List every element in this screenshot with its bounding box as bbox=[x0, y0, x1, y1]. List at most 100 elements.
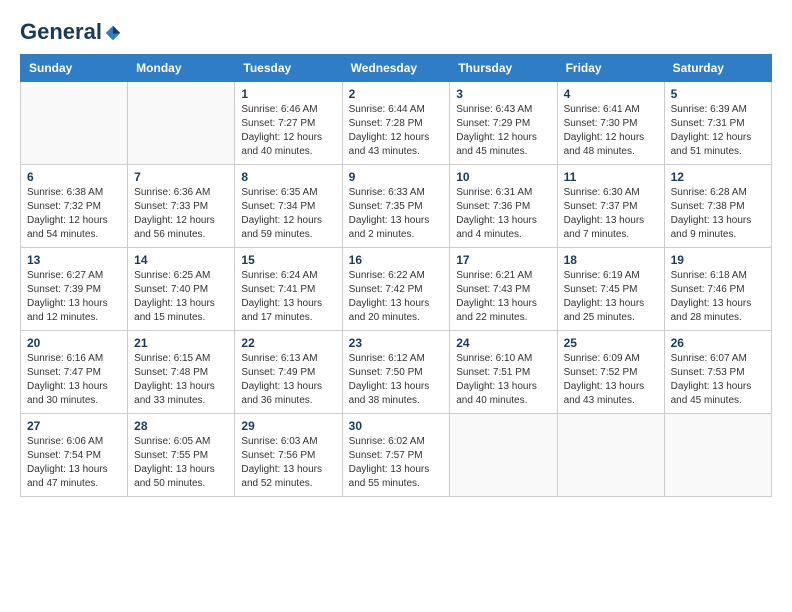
day-number: 25 bbox=[564, 336, 658, 350]
col-header-tuesday: Tuesday bbox=[235, 55, 342, 82]
calendar-cell: 19 Sunrise: 6:18 AM Sunset: 7:46 PM Dayli… bbox=[664, 248, 771, 331]
calendar-cell: 9 Sunrise: 6:33 AM Sunset: 7:35 PM Daylig… bbox=[342, 165, 450, 248]
day-info: Sunrise: 6:13 AM Sunset: 7:49 PM Dayligh… bbox=[241, 352, 335, 408]
day-info: Sunrise: 6:28 AM Sunset: 7:38 PM Dayligh… bbox=[671, 186, 765, 242]
calendar-cell: 4 Sunrise: 6:41 AM Sunset: 7:30 PM Daylig… bbox=[557, 82, 664, 165]
calendar-header-row: SundayMondayTuesdayWednesdayThursdayFrid… bbox=[21, 55, 772, 82]
day-number: 9 bbox=[349, 170, 444, 184]
col-header-monday: Monday bbox=[128, 55, 235, 82]
page-header: General bbox=[20, 20, 772, 44]
calendar-cell: 7 Sunrise: 6:36 AM Sunset: 7:33 PM Daylig… bbox=[128, 165, 235, 248]
day-number: 28 bbox=[134, 419, 228, 433]
day-info: Sunrise: 6:22 AM Sunset: 7:42 PM Dayligh… bbox=[349, 269, 444, 325]
calendar-cell: 29 Sunrise: 6:03 AM Sunset: 7:56 PM Dayli… bbox=[235, 414, 342, 497]
day-info: Sunrise: 6:07 AM Sunset: 7:53 PM Dayligh… bbox=[671, 352, 765, 408]
day-info: Sunrise: 6:03 AM Sunset: 7:56 PM Dayligh… bbox=[241, 435, 335, 491]
day-number: 19 bbox=[671, 253, 765, 267]
calendar-cell: 26 Sunrise: 6:07 AM Sunset: 7:53 PM Dayli… bbox=[664, 331, 771, 414]
day-number: 26 bbox=[671, 336, 765, 350]
day-info: Sunrise: 6:33 AM Sunset: 7:35 PM Dayligh… bbox=[349, 186, 444, 242]
col-header-sunday: Sunday bbox=[21, 55, 128, 82]
day-info: Sunrise: 6:15 AM Sunset: 7:48 PM Dayligh… bbox=[134, 352, 228, 408]
day-number: 7 bbox=[134, 170, 228, 184]
col-header-thursday: Thursday bbox=[450, 55, 557, 82]
calendar-cell: 25 Sunrise: 6:09 AM Sunset: 7:52 PM Dayli… bbox=[557, 331, 664, 414]
day-info: Sunrise: 6:44 AM Sunset: 7:28 PM Dayligh… bbox=[349, 103, 444, 159]
day-info: Sunrise: 6:25 AM Sunset: 7:40 PM Dayligh… bbox=[134, 269, 228, 325]
calendar-cell: 3 Sunrise: 6:43 AM Sunset: 7:29 PM Daylig… bbox=[450, 82, 557, 165]
day-number: 16 bbox=[349, 253, 444, 267]
day-number: 24 bbox=[456, 336, 550, 350]
calendar-cell bbox=[557, 414, 664, 497]
day-info: Sunrise: 6:24 AM Sunset: 7:41 PM Dayligh… bbox=[241, 269, 335, 325]
day-info: Sunrise: 6:18 AM Sunset: 7:46 PM Dayligh… bbox=[671, 269, 765, 325]
calendar-cell: 16 Sunrise: 6:22 AM Sunset: 7:42 PM Dayli… bbox=[342, 248, 450, 331]
day-info: Sunrise: 6:21 AM Sunset: 7:43 PM Dayligh… bbox=[456, 269, 550, 325]
calendar-cell: 10 Sunrise: 6:31 AM Sunset: 7:36 PM Dayli… bbox=[450, 165, 557, 248]
calendar-cell: 23Sunrise: 6:12 AM Sunset: 7:50 PM Dayli… bbox=[342, 331, 450, 414]
calendar-week-row: 13Sunrise: 6:27 AM Sunset: 7:39 PM Dayli… bbox=[21, 248, 772, 331]
day-info: Sunrise: 6:30 AM Sunset: 7:37 PM Dayligh… bbox=[564, 186, 658, 242]
day-info: Sunrise: 6:05 AM Sunset: 7:55 PM Dayligh… bbox=[134, 435, 228, 491]
day-number: 22 bbox=[241, 336, 335, 350]
logo-text: General bbox=[20, 20, 122, 44]
calendar-cell: 20Sunrise: 6:16 AM Sunset: 7:47 PM Dayli… bbox=[21, 331, 128, 414]
day-info: Sunrise: 6:09 AM Sunset: 7:52 PM Dayligh… bbox=[564, 352, 658, 408]
day-number: 10 bbox=[456, 170, 550, 184]
calendar-cell: 5 Sunrise: 6:39 AM Sunset: 7:31 PM Daylig… bbox=[664, 82, 771, 165]
calendar-cell: 11 Sunrise: 6:30 AM Sunset: 7:37 PM Dayli… bbox=[557, 165, 664, 248]
calendar-cell bbox=[21, 82, 128, 165]
day-number: 20 bbox=[27, 336, 121, 350]
day-info: Sunrise: 6:38 AM Sunset: 7:32 PM Dayligh… bbox=[27, 186, 121, 242]
day-info: Sunrise: 6:41 AM Sunset: 7:30 PM Dayligh… bbox=[564, 103, 658, 159]
day-info: Sunrise: 6:43 AM Sunset: 7:29 PM Dayligh… bbox=[456, 103, 550, 159]
day-number: 27 bbox=[27, 419, 121, 433]
calendar-cell: 22 Sunrise: 6:13 AM Sunset: 7:49 PM Dayli… bbox=[235, 331, 342, 414]
day-number: 12 bbox=[671, 170, 765, 184]
logo-icon bbox=[104, 24, 122, 42]
calendar-cell: 28 Sunrise: 6:05 AM Sunset: 7:55 PM Dayli… bbox=[128, 414, 235, 497]
calendar-week-row: 1 Sunrise: 6:46 AM Sunset: 7:27 PM Daylig… bbox=[21, 82, 772, 165]
calendar-cell: 27 Sunrise: 6:06 AM Sunset: 7:54 PM Dayli… bbox=[21, 414, 128, 497]
day-number: 4 bbox=[564, 87, 658, 101]
calendar-week-row: 6 Sunrise: 6:38 AM Sunset: 7:32 PM Daylig… bbox=[21, 165, 772, 248]
day-info: Sunrise: 6:12 AM Sunset: 7:50 PM Dayligh… bbox=[349, 352, 444, 408]
day-info: Sunrise: 6:19 AM Sunset: 7:45 PM Dayligh… bbox=[564, 269, 658, 325]
day-number: 5 bbox=[671, 87, 765, 101]
day-number: 3 bbox=[456, 87, 550, 101]
day-info: Sunrise: 6:31 AM Sunset: 7:36 PM Dayligh… bbox=[456, 186, 550, 242]
calendar-table: SundayMondayTuesdayWednesdayThursdayFrid… bbox=[20, 54, 772, 497]
day-info: Sunrise: 6:36 AM Sunset: 7:33 PM Dayligh… bbox=[134, 186, 228, 242]
calendar-cell: 15 Sunrise: 6:24 AM Sunset: 7:41 PM Dayli… bbox=[235, 248, 342, 331]
calendar-cell: 2 Sunrise: 6:44 AM Sunset: 7:28 PM Daylig… bbox=[342, 82, 450, 165]
day-info: Sunrise: 6:02 AM Sunset: 7:57 PM Dayligh… bbox=[349, 435, 444, 491]
day-number: 6 bbox=[27, 170, 121, 184]
calendar-cell: 12 Sunrise: 6:28 AM Sunset: 7:38 PM Dayli… bbox=[664, 165, 771, 248]
day-number: 18 bbox=[564, 253, 658, 267]
col-header-wednesday: Wednesday bbox=[342, 55, 450, 82]
day-info: Sunrise: 6:39 AM Sunset: 7:31 PM Dayligh… bbox=[671, 103, 765, 159]
calendar-cell: 30Sunrise: 6:02 AM Sunset: 7:57 PM Dayli… bbox=[342, 414, 450, 497]
calendar-cell: 6 Sunrise: 6:38 AM Sunset: 7:32 PM Daylig… bbox=[21, 165, 128, 248]
day-info: Sunrise: 6:06 AM Sunset: 7:54 PM Dayligh… bbox=[27, 435, 121, 491]
day-number: 1 bbox=[241, 87, 335, 101]
day-info: Sunrise: 6:46 AM Sunset: 7:27 PM Dayligh… bbox=[241, 103, 335, 159]
day-number: 11 bbox=[564, 170, 658, 184]
day-number: 15 bbox=[241, 253, 335, 267]
day-number: 2 bbox=[349, 87, 444, 101]
calendar-cell: 24 Sunrise: 6:10 AM Sunset: 7:51 PM Dayli… bbox=[450, 331, 557, 414]
day-number: 29 bbox=[241, 419, 335, 433]
calendar-cell: 14 Sunrise: 6:25 AM Sunset: 7:40 PM Dayli… bbox=[128, 248, 235, 331]
logo: General bbox=[20, 20, 122, 44]
calendar-cell bbox=[664, 414, 771, 497]
day-info: Sunrise: 6:10 AM Sunset: 7:51 PM Dayligh… bbox=[456, 352, 550, 408]
calendar-cell: 8Sunrise: 6:35 AM Sunset: 7:34 PM Daylig… bbox=[235, 165, 342, 248]
day-info: Sunrise: 6:27 AM Sunset: 7:39 PM Dayligh… bbox=[27, 269, 121, 325]
day-number: 21 bbox=[134, 336, 228, 350]
calendar-week-row: 27 Sunrise: 6:06 AM Sunset: 7:54 PM Dayli… bbox=[21, 414, 772, 497]
calendar-cell: 17Sunrise: 6:21 AM Sunset: 7:43 PM Dayli… bbox=[450, 248, 557, 331]
col-header-friday: Friday bbox=[557, 55, 664, 82]
calendar-week-row: 20Sunrise: 6:16 AM Sunset: 7:47 PM Dayli… bbox=[21, 331, 772, 414]
day-number: 14 bbox=[134, 253, 228, 267]
col-header-saturday: Saturday bbox=[664, 55, 771, 82]
